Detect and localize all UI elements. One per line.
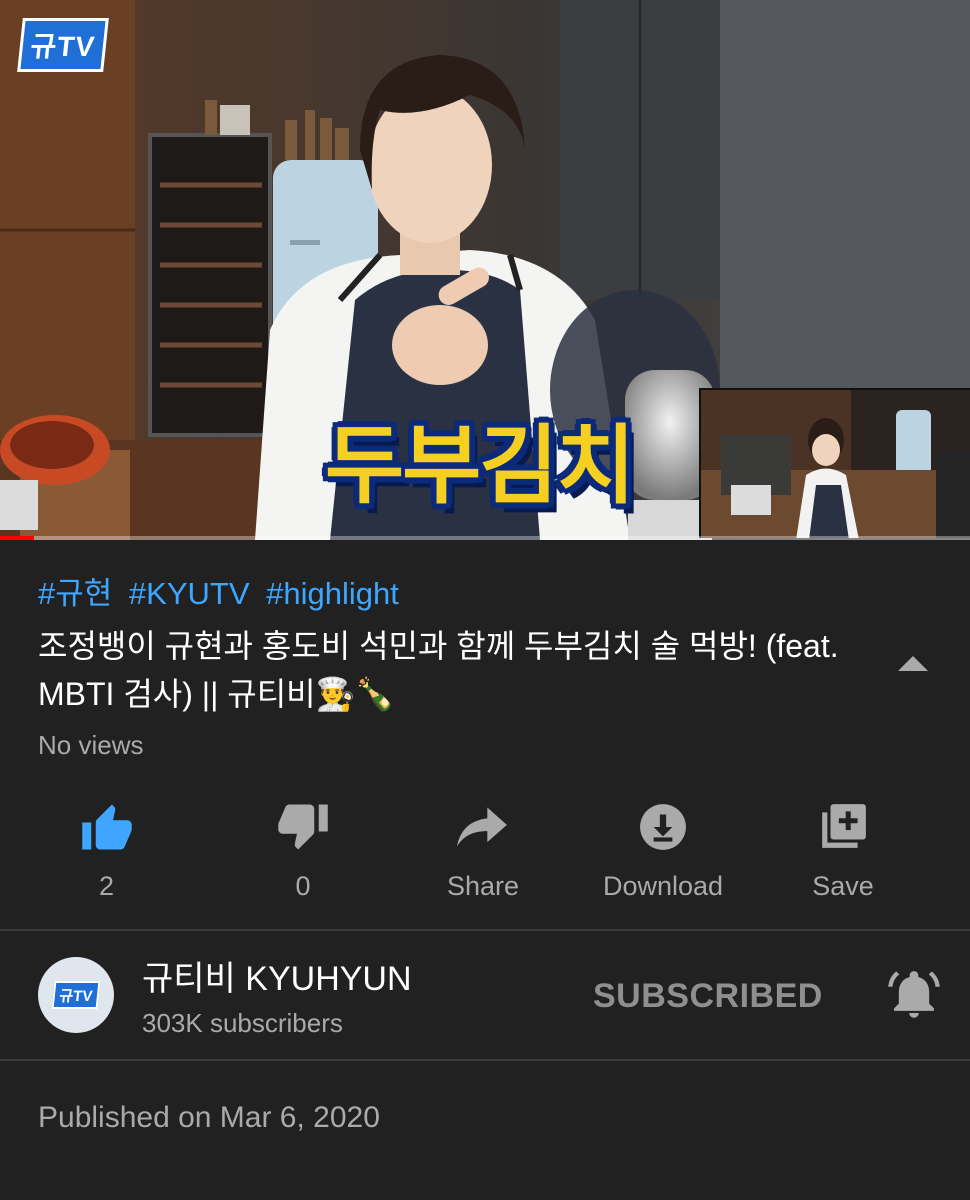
inset-scene [701, 390, 970, 538]
hashtag-link[interactable]: #규현 [38, 576, 112, 611]
publish-date: Published on Mar 6, 2020 [38, 1101, 380, 1134]
notification-bell-button[interactable] [888, 969, 940, 1021]
save-button[interactable]: Save [753, 791, 933, 929]
dislike-button[interactable]: 0 [213, 791, 393, 929]
dislike-count: 0 [295, 871, 311, 901]
download-label: Download [602, 871, 724, 901]
collapse-description-button[interactable] [896, 646, 930, 680]
channel-watermark-logo: 규TV [17, 18, 109, 72]
hashtag-list: #규현 #KYUTV #highlight [38, 576, 970, 612]
hashtag-link[interactable]: #KYUTV [129, 576, 250, 611]
thumbs-up-icon [81, 804, 132, 850]
video-player[interactable]: 규TV 두부김치 [0, 0, 970, 540]
like-button[interactable]: 2 [0, 791, 213, 929]
subscriber-count: 303K subscribers [142, 1008, 343, 1038]
action-bar: 2 0 Share Download Save [0, 791, 970, 931]
avatar-logo: 규TV [51, 981, 101, 1009]
channel-text: 규티비 KYUHYUN 303K subscribers [142, 951, 412, 1039]
share-button[interactable]: Share [393, 791, 573, 929]
share-label: Share [446, 871, 520, 901]
video-info: #규현 #KYUTV #highlight 조정뱅이 규현과 홍도비 석민과 함… [0, 540, 970, 761]
video-title[interactable]: 조정뱅이 규현과 홍도비 석민과 함께 두부김치 술 먹방! (feat. MB… [38, 622, 868, 718]
hashtag-link[interactable]: #highlight [266, 576, 399, 611]
channel-avatar[interactable]: 규TV [38, 957, 114, 1033]
chevron-up-icon [898, 656, 928, 671]
channel-row: 규TV 규티비 KYUHYUN 303K subscribers SUBSCRI… [0, 931, 970, 1061]
save-label: Save [812, 871, 874, 901]
like-count: 2 [98, 871, 115, 901]
channel-name[interactable]: 규티비 KYUHYUN [142, 951, 412, 1000]
picture-in-picture-inset [699, 388, 970, 538]
download-button[interactable]: Download [573, 791, 753, 929]
video-caption: 두부김치 [325, 416, 635, 516]
add-to-playlist-icon [822, 804, 866, 848]
subscribed-button[interactable]: SUBSCRIBED [593, 977, 823, 1016]
download-icon [640, 804, 686, 850]
bell-icon [888, 971, 940, 1018]
view-count: No views [38, 730, 144, 760]
share-icon [457, 807, 507, 847]
thumbs-down-icon [278, 804, 328, 850]
